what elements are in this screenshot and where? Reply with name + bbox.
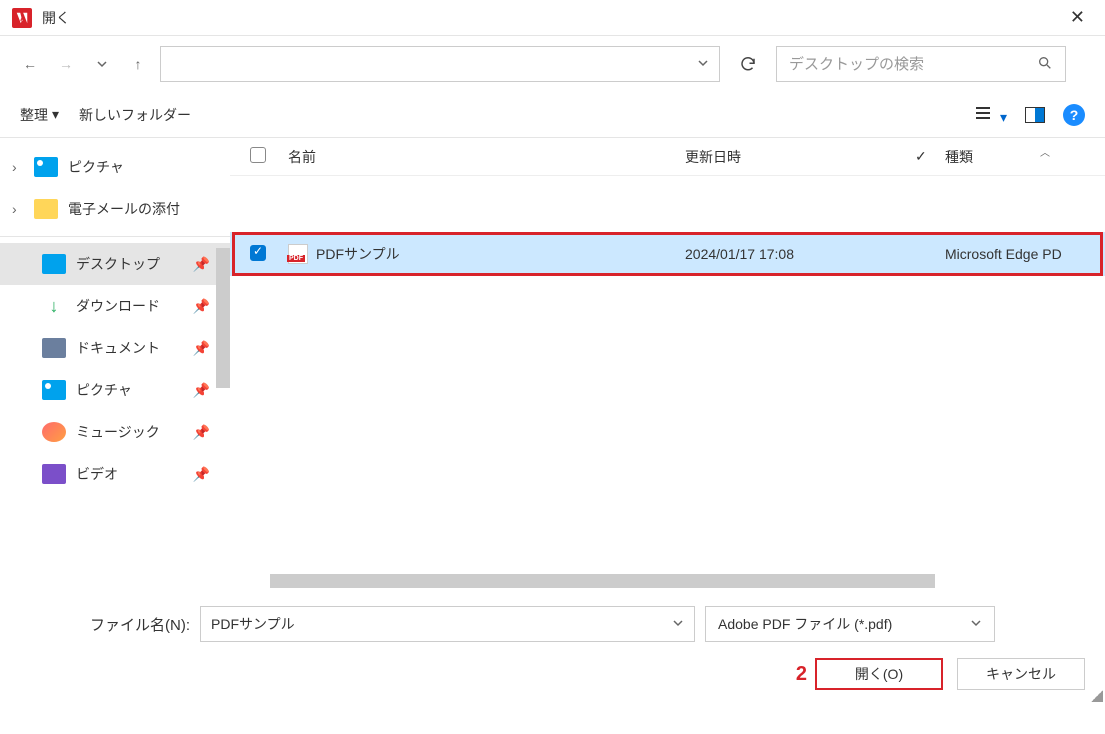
music-icon (42, 422, 66, 442)
sidebar-item-documents[interactable]: ドキュメント 📌 (0, 327, 230, 369)
chevron-down-icon: ▾ (52, 106, 59, 123)
adobe-icon (12, 8, 32, 28)
download-icon: ↓ (42, 296, 66, 316)
cancel-button[interactable]: キャンセル (957, 658, 1085, 690)
title-bar: 開く ✕ (0, 0, 1105, 36)
file-list: 名前 更新日時 ✓ 種類 ︿ 1 PDFサンプル 2024/01/17 17:0… (230, 138, 1105, 588)
organize-button[interactable]: 整理▾ (20, 105, 59, 125)
pin-icon: 📌 (193, 382, 210, 399)
search-box[interactable] (776, 46, 1066, 82)
filename-label: ファイル名(N): (20, 614, 190, 635)
sidebar: › ピクチャ › 電子メールの添付 デスクトップ 📌 ↓ ダウンロード 📌 ドキュ… (0, 138, 230, 588)
address-bar[interactable] (160, 46, 720, 82)
filename-input[interactable]: PDFサンプル (200, 606, 695, 642)
desktop-icon (42, 254, 66, 274)
resize-grip-icon[interactable] (1091, 690, 1103, 702)
recent-dropdown-icon[interactable] (88, 50, 116, 78)
sidebar-item-label: ミュージック (76, 422, 160, 442)
open-button[interactable]: 開く(O) (815, 658, 943, 690)
chevron-down-icon[interactable] (672, 616, 684, 632)
sidebar-item-label: ドキュメント (76, 338, 160, 358)
sidebar-item-label: ダウンロード (76, 296, 160, 316)
scrollbar-horizontal[interactable] (270, 574, 935, 588)
window-title: 開く (42, 8, 70, 28)
chevron-down-icon[interactable] (970, 616, 982, 632)
folder-icon (34, 199, 58, 219)
sidebar-item-pictures[interactable]: ピクチャ 📌 (0, 369, 230, 411)
nav-bar: ← → ↑ (0, 36, 1105, 92)
column-name[interactable]: 名前 (280, 147, 685, 167)
tree-email-attachments[interactable]: › 電子メールの添付 (0, 188, 230, 230)
tree-label: 電子メールの添付 (68, 199, 180, 219)
sidebar-item-label: ピクチャ (76, 380, 132, 400)
sidebar-item-music[interactable]: ミュージック 📌 (0, 411, 230, 453)
tree-pictures[interactable]: › ピクチャ (0, 146, 230, 188)
select-all-checkbox[interactable] (250, 147, 266, 163)
column-type[interactable]: 種類 (945, 147, 1105, 167)
pin-icon: 📌 (193, 424, 210, 441)
new-folder-button[interactable]: 新しいフォルダー (79, 105, 191, 125)
filter-text: Adobe PDF ファイル (*.pdf) (718, 614, 892, 634)
chevron-right-icon[interactable]: › (12, 201, 24, 217)
file-type-filter[interactable]: Adobe PDF ファイル (*.pdf) (705, 606, 995, 642)
tree-label: ピクチャ (68, 157, 124, 177)
pin-icon: 📌 (193, 466, 210, 483)
sidebar-item-label: ビデオ (76, 464, 118, 484)
sidebar-item-desktop[interactable]: デスクトップ 📌 (0, 243, 230, 285)
sidebar-item-video[interactable]: ビデオ 📌 (0, 453, 230, 495)
refresh-icon[interactable] (734, 50, 762, 78)
divider (0, 236, 230, 237)
help-icon[interactable]: ? (1063, 104, 1085, 126)
column-date[interactable]: 更新日時 (685, 147, 915, 167)
search-input[interactable] (789, 56, 1037, 73)
pdf-icon (288, 244, 308, 264)
video-icon (42, 464, 66, 484)
sort-indicator-icon: ︿ (1040, 144, 1050, 159)
column-headers: 名前 更新日時 ✓ 種類 ︿ (230, 138, 1105, 176)
close-icon[interactable]: ✕ (1062, 7, 1093, 28)
pin-icon: 📌 (193, 256, 210, 273)
chevron-down-icon[interactable] (697, 56, 709, 72)
scrollbar-vertical[interactable] (216, 248, 230, 388)
annotation-box-1 (232, 232, 1103, 276)
footer: ファイル名(N): PDFサンプル Adobe PDF ファイル (*.pdf)… (0, 588, 1105, 704)
filename-value: PDFサンプル (211, 614, 295, 634)
chevron-right-icon[interactable]: › (12, 159, 24, 175)
pictures-icon (34, 157, 58, 177)
preview-pane-button[interactable] (1025, 107, 1045, 123)
view-button[interactable]: ▾ (974, 104, 1007, 126)
annotation-label-2: 2 (796, 663, 807, 686)
checkmark-icon: ✓ (915, 148, 945, 165)
forward-button[interactable]: → (52, 50, 80, 78)
pin-icon: 📌 (193, 298, 210, 315)
up-button[interactable]: ↑ (124, 50, 152, 78)
blank-row (230, 176, 1105, 232)
search-icon[interactable] (1037, 55, 1053, 74)
toolbar: 整理▾ 新しいフォルダー ▾ ? (0, 92, 1105, 138)
pictures-icon (42, 380, 66, 400)
main-area: › ピクチャ › 電子メールの添付 デスクトップ 📌 ↓ ダウンロード 📌 ドキュ… (0, 138, 1105, 588)
document-icon (42, 338, 66, 358)
row-checkbox[interactable] (250, 245, 266, 261)
back-button[interactable]: ← (16, 50, 44, 78)
sidebar-item-downloads[interactable]: ↓ ダウンロード 📌 (0, 285, 230, 327)
pin-icon: 📌 (193, 340, 210, 357)
sidebar-item-label: デスクトップ (76, 254, 160, 274)
